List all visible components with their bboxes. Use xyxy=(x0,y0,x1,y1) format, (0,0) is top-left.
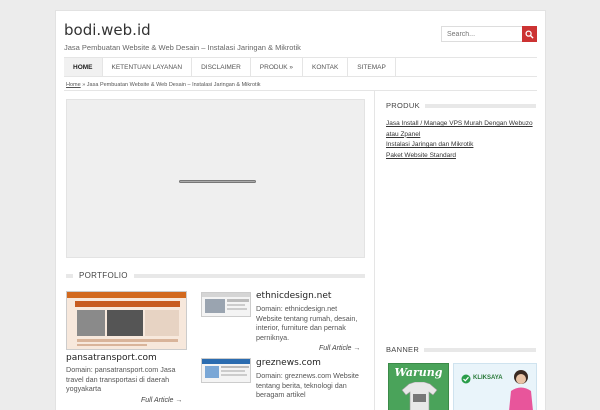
banner-kliksaya-label: KLIKSAYA xyxy=(473,375,503,381)
site-tagline: Jasa Pembuatan Website & Web Desain – In… xyxy=(64,43,301,52)
nav-ketentuan-layanan[interactable]: KETENTUAN LAYANAN xyxy=(103,58,193,76)
produk-links: Jasa Install / Manage VPS Murah Dengan W… xyxy=(386,119,536,161)
breadcrumb: Home » Jasa Pembuatan Website & Web Desa… xyxy=(66,82,261,88)
breadcrumb-home-link[interactable]: Home xyxy=(66,82,81,88)
portfolio-title-pansatransport[interactable]: pansatransport.com xyxy=(66,353,157,363)
portfolio-thumb-greznews[interactable] xyxy=(201,358,251,383)
banner-warung[interactable]: Warung xyxy=(388,363,449,410)
breadcrumb-separator: » xyxy=(82,82,86,88)
portfolio-title-ethnicdesign[interactable]: ethnicdesign.net xyxy=(256,291,331,301)
portfolio-title-greznews[interactable]: greznews.com xyxy=(256,358,321,368)
search-icon xyxy=(525,29,534,39)
portfolio-text-pansatransport: Domain: pansatransport.com Jasa travel d… xyxy=(66,365,176,394)
search-form xyxy=(441,26,537,42)
website-screenshot-image xyxy=(202,293,250,313)
nav-disclaimer[interactable]: DISCLAIMER xyxy=(192,58,251,76)
main-navigation: HOME KETENTUAN LAYANAN DISCLAIMER PRODUK… xyxy=(64,57,537,77)
portfolio-text-ethnicdesign: Domain: ethnicdesign.net Website tentang… xyxy=(256,304,358,342)
website-screenshot-image xyxy=(67,292,186,346)
nav-kontak[interactable]: KONTAK xyxy=(303,58,349,76)
full-article-link-ethnicdesign[interactable]: Full Article → xyxy=(319,345,360,352)
website-screenshot-image xyxy=(202,359,250,378)
woman-photo-image xyxy=(509,370,533,410)
produk-link-vps[interactable]: Jasa Install / Manage VPS Murah Dengan W… xyxy=(386,119,536,140)
banner-warung-label: Warung xyxy=(394,366,443,379)
breadcrumb-divider xyxy=(64,90,537,91)
banner-heading: BANNER xyxy=(386,345,425,354)
portfolio-thumb-pansatransport[interactable] xyxy=(66,291,187,350)
portfolio-thumb-ethnicdesign[interactable] xyxy=(201,292,251,317)
slider-loading-bar xyxy=(179,180,256,183)
produk-link-jaringan[interactable]: Instalasi Jaringan dan Mikrotik xyxy=(386,140,536,151)
featured-slider[interactable] xyxy=(66,99,365,258)
full-article-link-pansatransport[interactable]: Full Article → xyxy=(141,397,182,404)
search-input[interactable] xyxy=(442,27,522,41)
page-container: bodi.web.id Jasa Pembuatan Website & Web… xyxy=(55,10,546,410)
produk-link-paket-website[interactable]: Paket Website Standard xyxy=(386,151,536,162)
nav-produk[interactable]: PRODUK » xyxy=(251,58,304,76)
site-title[interactable]: bodi.web.id xyxy=(64,21,151,39)
kliksaya-logo-icon xyxy=(461,374,471,384)
banner-kliksaya[interactable]: KLIKSAYA xyxy=(453,363,537,410)
sidebar-divider xyxy=(374,91,375,410)
search-button[interactable] xyxy=(522,26,537,42)
nav-home[interactable]: HOME xyxy=(64,58,103,76)
produk-heading: PRODUK xyxy=(386,101,425,110)
portfolio-text-greznews: Domain: greznews.com Website tentang ber… xyxy=(256,371,359,400)
nav-sitemap[interactable]: SITEMAP xyxy=(348,58,396,76)
tshirt-icon xyxy=(401,382,438,410)
breadcrumb-current: Jasa Pembuatan Website & Web Desain – In… xyxy=(86,82,261,88)
portfolio-heading: PORTFOLIO xyxy=(73,271,134,280)
